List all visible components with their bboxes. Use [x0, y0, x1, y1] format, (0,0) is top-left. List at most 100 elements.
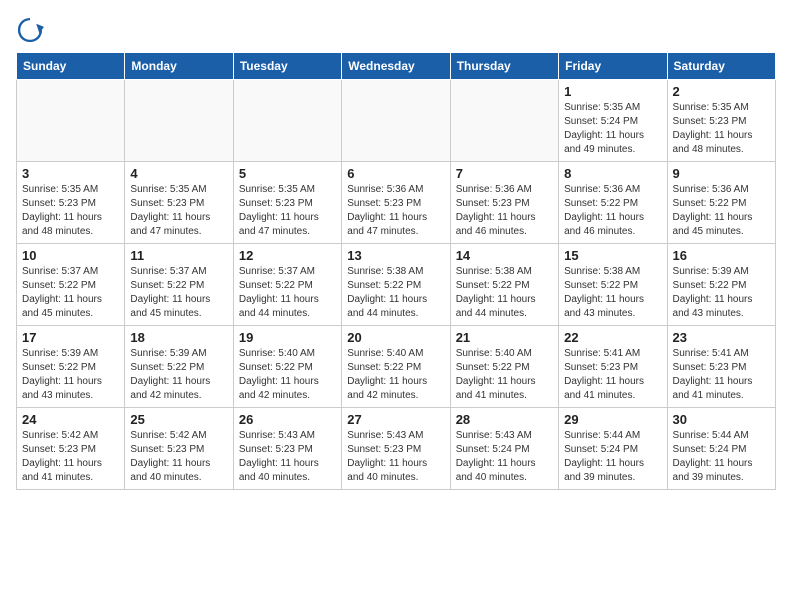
- day-info: Sunrise: 5:39 AM Sunset: 5:22 PM Dayligh…: [130, 347, 227, 403]
- calendar-cell: 25 Sunrise: 5:42 AM Sunset: 5:23 PM Dayli…: [125, 408, 233, 490]
- day-info: Sunrise: 5:40 AM Sunset: 5:22 PM Dayligh…: [456, 347, 553, 403]
- calendar-cell: 9 Sunrise: 5:36 AM Sunset: 5:22 PM Daylig…: [667, 162, 775, 244]
- calendar-body: 1Sunrise: 5:35 AM Sunset: 5:24 PM Daylig…: [17, 80, 776, 490]
- day-number: 25: [130, 412, 227, 427]
- day-info: Sunrise: 5:40 AM Sunset: 5:22 PM Dayligh…: [239, 347, 336, 403]
- calendar-cell: 14 Sunrise: 5:38 AM Sunset: 5:22 PM Dayli…: [450, 244, 558, 326]
- calendar-cell: 17 Sunrise: 5:39 AM Sunset: 5:22 PM Dayli…: [17, 326, 125, 408]
- calendar-cell: 20 Sunrise: 5:40 AM Sunset: 5:22 PM Dayli…: [342, 326, 450, 408]
- day-info: Sunrise: 5:37 AM Sunset: 5:22 PM Dayligh…: [22, 265, 119, 321]
- calendar-cell: [233, 80, 341, 162]
- day-number: 15: [564, 248, 661, 263]
- day-info: Sunrise: 5:38 AM Sunset: 5:22 PM Dayligh…: [456, 265, 553, 321]
- calendar-cell: 4 Sunrise: 5:35 AM Sunset: 5:23 PM Daylig…: [125, 162, 233, 244]
- day-number: 22: [564, 330, 661, 345]
- day-info: Sunrise: 5:39 AM Sunset: 5:22 PM Dayligh…: [673, 265, 770, 321]
- day-number: 5: [239, 166, 336, 181]
- day-info: Sunrise: 5:44 AM Sunset: 5:24 PM Dayligh…: [673, 429, 770, 485]
- day-info: Sunrise: 5:39 AM Sunset: 5:22 PM Dayligh…: [22, 347, 119, 403]
- day-number: 3: [22, 166, 119, 181]
- day-info: Sunrise: 5:35 AM Sunset: 5:23 PM Dayligh…: [22, 183, 119, 239]
- day-info: Sunrise: 5:38 AM Sunset: 5:22 PM Dayligh…: [347, 265, 444, 321]
- calendar-cell: 23Sunrise: 5:41 AM Sunset: 5:23 PM Dayli…: [667, 326, 775, 408]
- day-number: 27: [347, 412, 444, 427]
- calendar-cell: [450, 80, 558, 162]
- calendar-cell: 28 Sunrise: 5:43 AM Sunset: 5:24 PM Dayli…: [450, 408, 558, 490]
- calendar-cell: [17, 80, 125, 162]
- day-info: Sunrise: 5:35 AM Sunset: 5:23 PM Dayligh…: [673, 101, 770, 157]
- calendar-cell: 26Sunrise: 5:43 AM Sunset: 5:23 PM Dayli…: [233, 408, 341, 490]
- calendar-table: SundayMondayTuesdayWednesdayThursdayFrid…: [16, 52, 776, 490]
- day-info: Sunrise: 5:36 AM Sunset: 5:23 PM Dayligh…: [456, 183, 553, 239]
- day-info: Sunrise: 5:35 AM Sunset: 5:23 PM Dayligh…: [130, 183, 227, 239]
- calendar-cell: 21 Sunrise: 5:40 AM Sunset: 5:22 PM Dayli…: [450, 326, 558, 408]
- calendar-cell: 15Sunrise: 5:38 AM Sunset: 5:22 PM Dayli…: [559, 244, 667, 326]
- day-number: 28: [456, 412, 553, 427]
- day-info: Sunrise: 5:35 AM Sunset: 5:23 PM Dayligh…: [239, 183, 336, 239]
- day-number: 12: [239, 248, 336, 263]
- day-info: Sunrise: 5:41 AM Sunset: 5:23 PM Dayligh…: [673, 347, 770, 403]
- calendar-cell: 3 Sunrise: 5:35 AM Sunset: 5:23 PM Daylig…: [17, 162, 125, 244]
- weekday-header-tuesday: Tuesday: [233, 53, 341, 80]
- day-number: 21: [456, 330, 553, 345]
- day-number: 10: [22, 248, 119, 263]
- day-number: 8: [564, 166, 661, 181]
- calendar-cell: 1Sunrise: 5:35 AM Sunset: 5:24 PM Daylig…: [559, 80, 667, 162]
- calendar-cell: 6Sunrise: 5:36 AM Sunset: 5:23 PM Daylig…: [342, 162, 450, 244]
- day-info: Sunrise: 5:43 AM Sunset: 5:24 PM Dayligh…: [456, 429, 553, 485]
- day-number: 29: [564, 412, 661, 427]
- day-info: Sunrise: 5:40 AM Sunset: 5:22 PM Dayligh…: [347, 347, 444, 403]
- calendar-cell: 29 Sunrise: 5:44 AM Sunset: 5:24 PM Dayli…: [559, 408, 667, 490]
- calendar-cell: 11 Sunrise: 5:37 AM Sunset: 5:22 PM Dayli…: [125, 244, 233, 326]
- weekday-header-sunday: Sunday: [17, 53, 125, 80]
- calendar-cell: 22 Sunrise: 5:41 AM Sunset: 5:23 PM Dayli…: [559, 326, 667, 408]
- day-number: 18: [130, 330, 227, 345]
- day-number: 11: [130, 248, 227, 263]
- logo: [16, 16, 48, 44]
- day-info: Sunrise: 5:43 AM Sunset: 5:23 PM Dayligh…: [347, 429, 444, 485]
- calendar-cell: 27 Sunrise: 5:43 AM Sunset: 5:23 PM Dayli…: [342, 408, 450, 490]
- weekday-header-row: SundayMondayTuesdayWednesdayThursdayFrid…: [17, 53, 776, 80]
- day-number: 4: [130, 166, 227, 181]
- day-number: 16: [673, 248, 770, 263]
- day-number: 13: [347, 248, 444, 263]
- calendar-cell: 13 Sunrise: 5:38 AM Sunset: 5:22 PM Dayli…: [342, 244, 450, 326]
- calendar-cell: 19Sunrise: 5:40 AM Sunset: 5:22 PM Dayli…: [233, 326, 341, 408]
- day-info: Sunrise: 5:37 AM Sunset: 5:22 PM Dayligh…: [130, 265, 227, 321]
- weekday-header-wednesday: Wednesday: [342, 53, 450, 80]
- calendar-cell: 12 Sunrise: 5:37 AM Sunset: 5:22 PM Dayli…: [233, 244, 341, 326]
- calendar-week-3: 10 Sunrise: 5:37 AM Sunset: 5:22 PM Dayli…: [17, 244, 776, 326]
- calendar-week-5: 24 Sunrise: 5:42 AM Sunset: 5:23 PM Dayli…: [17, 408, 776, 490]
- day-number: 20: [347, 330, 444, 345]
- day-info: Sunrise: 5:41 AM Sunset: 5:23 PM Dayligh…: [564, 347, 661, 403]
- day-info: Sunrise: 5:37 AM Sunset: 5:22 PM Dayligh…: [239, 265, 336, 321]
- weekday-header-saturday: Saturday: [667, 53, 775, 80]
- calendar-cell: [125, 80, 233, 162]
- calendar-cell: 10 Sunrise: 5:37 AM Sunset: 5:22 PM Dayli…: [17, 244, 125, 326]
- day-number: 24: [22, 412, 119, 427]
- day-info: Sunrise: 5:44 AM Sunset: 5:24 PM Dayligh…: [564, 429, 661, 485]
- day-number: 2: [673, 84, 770, 99]
- day-info: Sunrise: 5:36 AM Sunset: 5:22 PM Dayligh…: [673, 183, 770, 239]
- logo-icon: [16, 16, 44, 44]
- calendar-cell: [342, 80, 450, 162]
- calendar-cell: 5 Sunrise: 5:35 AM Sunset: 5:23 PM Daylig…: [233, 162, 341, 244]
- day-info: Sunrise: 5:35 AM Sunset: 5:24 PM Dayligh…: [564, 101, 661, 157]
- day-info: Sunrise: 5:36 AM Sunset: 5:23 PM Dayligh…: [347, 183, 444, 239]
- calendar-cell: 8 Sunrise: 5:36 AM Sunset: 5:22 PM Daylig…: [559, 162, 667, 244]
- calendar-week-4: 17 Sunrise: 5:39 AM Sunset: 5:22 PM Dayli…: [17, 326, 776, 408]
- day-number: 9: [673, 166, 770, 181]
- day-info: Sunrise: 5:36 AM Sunset: 5:22 PM Dayligh…: [564, 183, 661, 239]
- day-number: 14: [456, 248, 553, 263]
- day-info: Sunrise: 5:42 AM Sunset: 5:23 PM Dayligh…: [130, 429, 227, 485]
- day-info: Sunrise: 5:42 AM Sunset: 5:23 PM Dayligh…: [22, 429, 119, 485]
- calendar-cell: 7 Sunrise: 5:36 AM Sunset: 5:23 PM Daylig…: [450, 162, 558, 244]
- calendar-week-1: 1Sunrise: 5:35 AM Sunset: 5:24 PM Daylig…: [17, 80, 776, 162]
- day-number: 17: [22, 330, 119, 345]
- calendar-cell: 24 Sunrise: 5:42 AM Sunset: 5:23 PM Dayli…: [17, 408, 125, 490]
- calendar-cell: 16 Sunrise: 5:39 AM Sunset: 5:22 PM Dayli…: [667, 244, 775, 326]
- day-number: 7: [456, 166, 553, 181]
- calendar-week-2: 3 Sunrise: 5:35 AM Sunset: 5:23 PM Daylig…: [17, 162, 776, 244]
- calendar-cell: 30Sunrise: 5:44 AM Sunset: 5:24 PM Dayli…: [667, 408, 775, 490]
- weekday-header-thursday: Thursday: [450, 53, 558, 80]
